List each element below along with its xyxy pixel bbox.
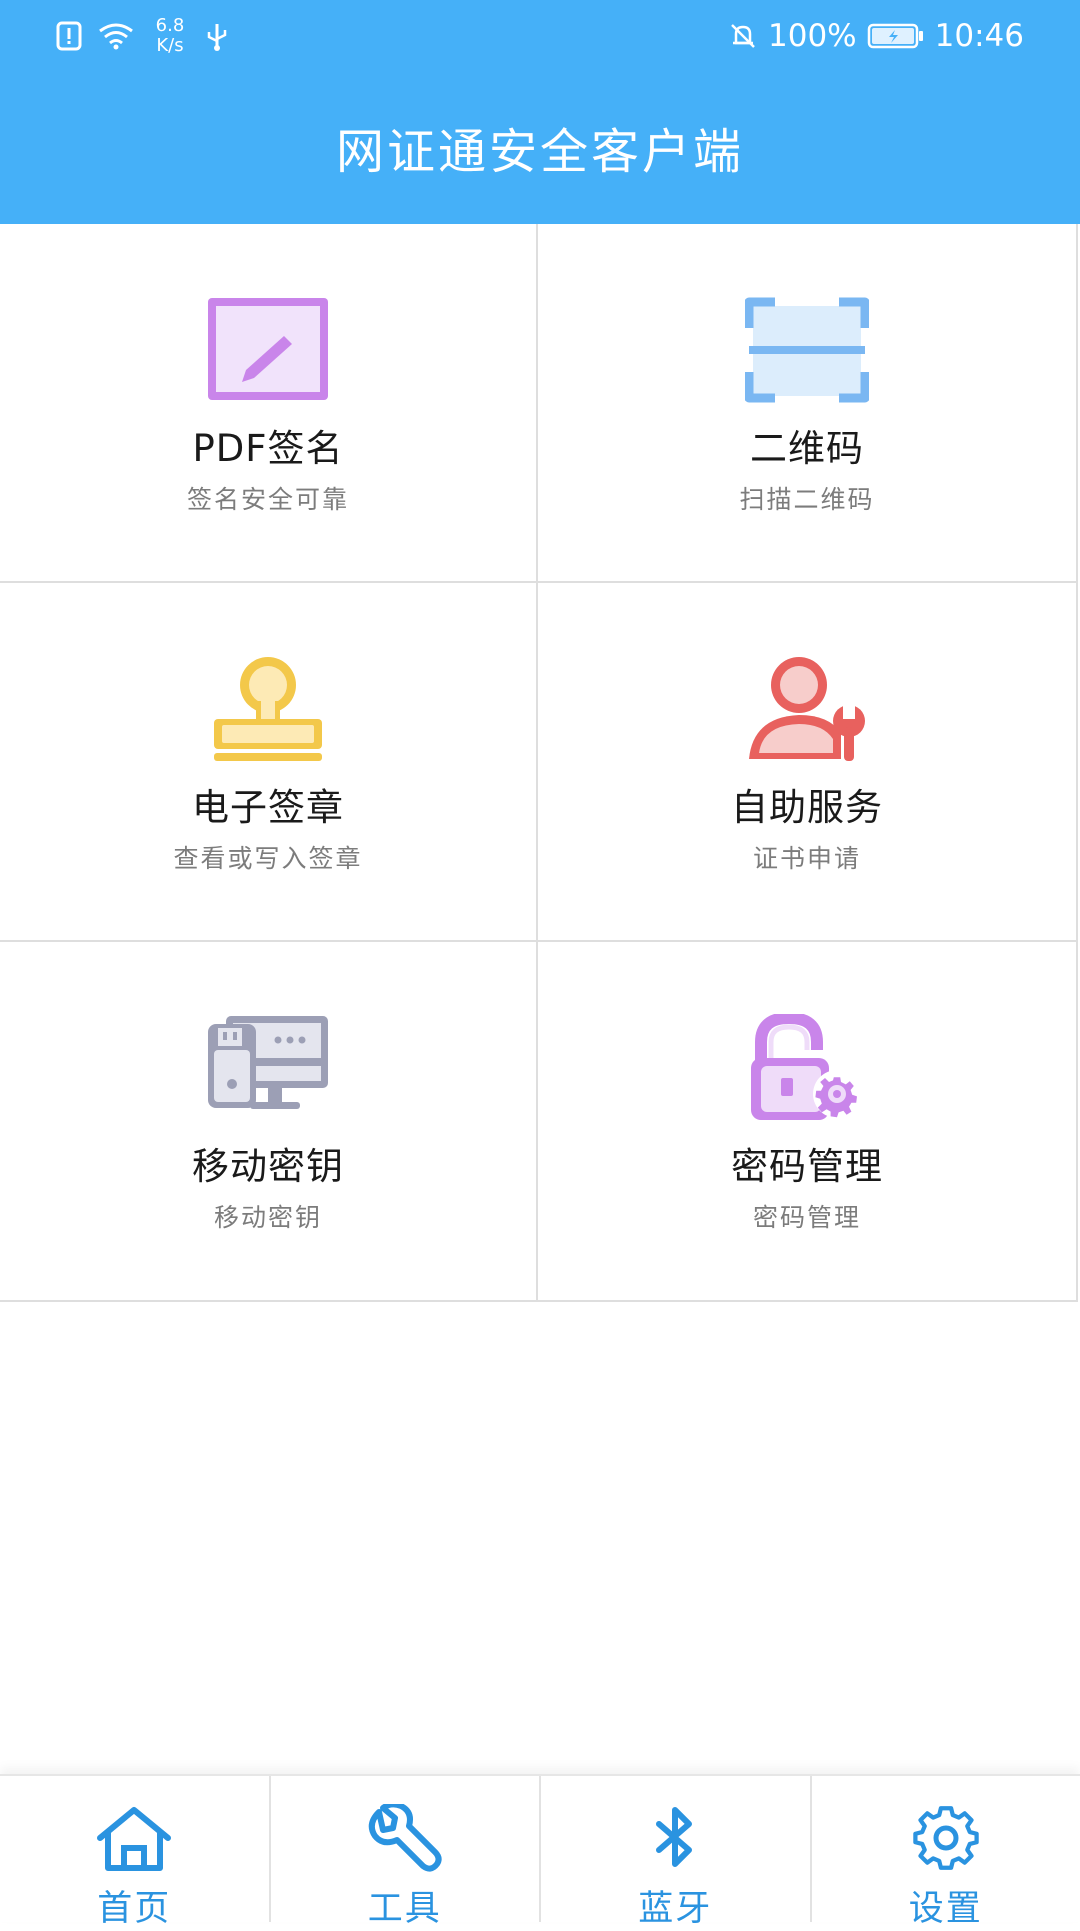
user-wrench-icon — [745, 655, 869, 763]
tile-title: 二维码 — [538, 418, 1076, 472]
nav-settings[interactable]: 设置 — [812, 1776, 1080, 1922]
tile-subtitle: 密码管理 — [538, 1198, 1076, 1234]
battery-icon — [867, 22, 925, 50]
pdf-sign-icon — [206, 296, 330, 404]
tile-title: PDF签名 — [0, 418, 536, 472]
nav-tools[interactable]: 工具 — [271, 1776, 542, 1922]
app-header: 6.8 K/s 100% 10:46 网证 — [0, 0, 1080, 224]
bottom-nav: 首页 工具 蓝牙 设置 — [0, 1774, 1080, 1922]
tile-e-stamp[interactable]: 电子签章 查看或写入签章 — [0, 583, 538, 942]
feature-grid: PDF签名 签名安全可靠 二维码 扫描二维码 — [0, 224, 1080, 1302]
tile-title: 电子签章 — [0, 777, 536, 831]
nav-label: 工具 — [271, 1880, 540, 1931]
mute-bell-icon — [728, 21, 758, 51]
nav-label: 设置 — [812, 1880, 1080, 1931]
nav-home[interactable]: 首页 — [0, 1776, 271, 1922]
wifi-icon — [96, 21, 136, 51]
nav-label: 首页 — [0, 1880, 269, 1931]
bluetooth-icon — [635, 1804, 715, 1872]
net-speed-unit: K/s — [150, 36, 190, 56]
clock: 10:46 — [935, 18, 1024, 54]
wrench-icon — [365, 1804, 445, 1872]
alert-icon — [56, 21, 82, 51]
tile-title: 移动密钥 — [0, 1136, 536, 1190]
tile-title: 自助服务 — [538, 777, 1076, 831]
usb-icon — [204, 20, 230, 52]
status-bar: 6.8 K/s 100% 10:46 — [0, 0, 1080, 70]
tile-subtitle: 扫描二维码 — [538, 480, 1076, 516]
net-speed-value: 6.8 — [150, 16, 190, 36]
qr-scan-icon — [745, 296, 869, 404]
gear-icon — [906, 1804, 986, 1872]
home-icon — [94, 1804, 174, 1872]
usb-key-icon — [206, 1014, 330, 1122]
tile-qr-code[interactable]: 二维码 扫描二维码 — [538, 224, 1078, 583]
tile-subtitle: 查看或写入签章 — [0, 839, 536, 875]
stamp-icon — [206, 655, 330, 763]
app-title: 网证通安全客户端 — [0, 112, 1080, 182]
tile-subtitle: 证书申请 — [538, 839, 1076, 875]
tile-subtitle: 签名安全可靠 — [0, 480, 536, 516]
tile-self-service[interactable]: 自助服务 证书申请 — [538, 583, 1078, 942]
tile-password-management[interactable]: 密码管理 密码管理 — [538, 942, 1078, 1302]
tile-title: 密码管理 — [538, 1136, 1076, 1190]
network-speed: 6.8 K/s — [150, 16, 190, 56]
nav-label: 蓝牙 — [541, 1880, 810, 1931]
tile-mobile-key[interactable]: 移动密钥 移动密钥 — [0, 942, 538, 1302]
tile-pdf-sign[interactable]: PDF签名 签名安全可靠 — [0, 224, 538, 583]
battery-percent: 100% — [768, 18, 857, 54]
nav-bluetooth[interactable]: 蓝牙 — [541, 1776, 812, 1922]
lock-gear-icon — [745, 1014, 869, 1122]
tile-subtitle: 移动密钥 — [0, 1198, 536, 1234]
